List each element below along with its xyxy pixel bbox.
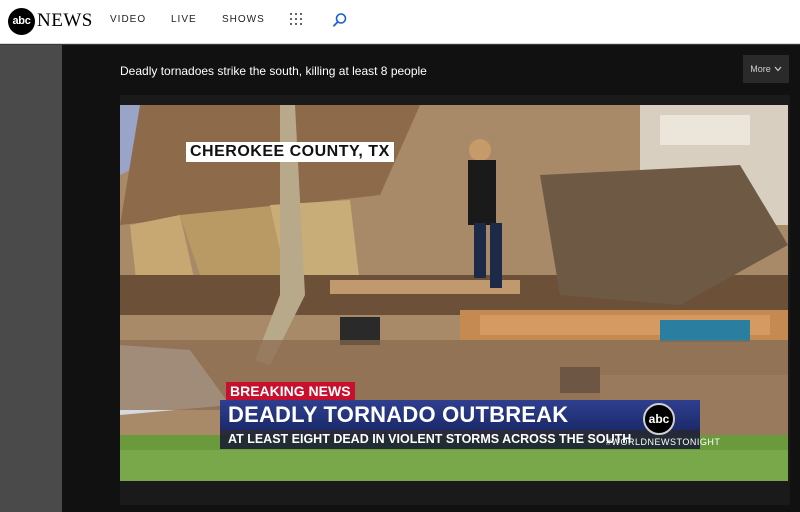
grid-menu-icon[interactable] <box>290 13 302 25</box>
more-button[interactable]: More <box>743 55 789 83</box>
nav-live[interactable]: LIVE <box>171 14 197 25</box>
breaking-news-label: BREAKING NEWS <box>226 382 355 400</box>
abc-news-logo[interactable]: abc NEWS <box>8 7 93 35</box>
headline-text: DEADLY TORNADO OUTBREAK <box>228 402 569 427</box>
chevron-down-icon <box>774 66 782 72</box>
top-navigation: abc NEWS VIDEO LIVE SHOWS <box>0 0 800 44</box>
video-title: Deadly tornadoes strike the south, killi… <box>120 64 427 78</box>
nav-shows[interactable]: SHOWS <box>222 14 265 25</box>
subline-text: AT LEAST EIGHT DEAD IN VIOLENT STORMS AC… <box>228 432 632 446</box>
search-icon[interactable] <box>332 12 348 28</box>
logo-wordmark: NEWS <box>37 10 93 31</box>
nav-video[interactable]: VIDEO <box>110 14 146 25</box>
hashtag-text: #WORLDNEWSTONIGHT <box>606 437 721 447</box>
more-label: More <box>750 64 771 74</box>
left-rail <box>0 45 62 512</box>
abc-logo-badge: abc <box>8 7 35 35</box>
video-player[interactable]: CHEROKEE COUNTY, TX BREAKING NEWS DEADLY… <box>120 105 788 481</box>
abc-network-bug: abc <box>643 403 675 435</box>
lower-third-graphic: BREAKING NEWS DEADLY TORNADO OUTBREAK AT… <box>120 380 788 450</box>
location-tag: CHEROKEE COUNTY, TX <box>186 142 394 162</box>
